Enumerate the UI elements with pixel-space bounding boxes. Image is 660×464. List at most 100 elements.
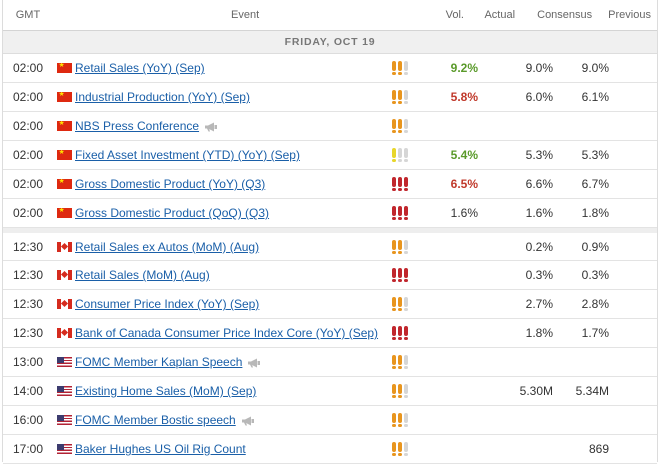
flag-canton-icon — [56, 444, 64, 450]
volatility-indicator — [392, 413, 408, 427]
event-link[interactable]: Bank of Canada Consumer Price Index Core… — [75, 326, 378, 340]
event-link[interactable]: Baker Hughes US Oil Rig Count — [75, 442, 246, 456]
exclamation-icon — [392, 297, 396, 311]
exclamation-icon — [404, 61, 408, 75]
exclamation-icon — [392, 239, 396, 254]
canada-flag-icon — [56, 328, 72, 338]
exclamation-icon — [404, 148, 408, 162]
exclamation-icon — [404, 297, 408, 311]
event-link[interactable]: Gross Domestic Product (QoQ) (Q3) — [75, 206, 269, 220]
actual-value: 5.4% — [450, 148, 478, 162]
previous-value: 1.7% — [581, 326, 609, 340]
exclamation-icon — [398, 413, 402, 427]
megaphone-icon — [241, 415, 255, 426]
exclamation-icon — [404, 177, 408, 191]
event-row: 12:30 Bank of Canada Consumer Price Index… — [3, 319, 657, 348]
event-row: 02:00 ★ Industrial Production (YoY) (Sep) 5… — [3, 83, 657, 112]
previous-value: 6.1% — [581, 90, 609, 104]
canada-flag-icon — [56, 299, 72, 309]
usa-flag-icon — [56, 444, 72, 454]
event-cell: Industrial Production (YoY) (Sep) — [75, 90, 388, 104]
event-link[interactable]: Retail Sales ex Autos (MoM) (Aug) — [75, 240, 259, 254]
china-flag-icon: ★ — [56, 150, 72, 160]
event-link[interactable]: Industrial Production (YoY) (Sep) — [75, 90, 250, 104]
event-row: 02:00 ★ Fixed Asset Investment (YTD) (YoY)… — [3, 141, 657, 170]
volatility-indicator — [392, 384, 408, 398]
volatility-cell — [388, 413, 423, 427]
exclamation-icon — [392, 268, 396, 282]
previous-value: 0.9% — [581, 239, 609, 254]
usa-flag-icon — [56, 357, 72, 367]
header-actual: Actual — [484, 9, 516, 21]
flag-star-icon: ★ — [58, 179, 65, 185]
flag-canton-icon — [56, 357, 64, 363]
china-flag-icon: ★ — [56, 121, 72, 131]
event-time: 14:00 — [12, 384, 44, 398]
exclamation-icon — [398, 148, 402, 162]
volatility-cell — [388, 61, 423, 75]
event-row: 17:00 Baker Hughes US Oil Rig Count 869 — [3, 435, 657, 464]
event-link[interactable]: Gross Domestic Product (YoY) (Q3) — [75, 177, 265, 191]
event-row: 16:00 FOMC Member Bostic speech — [3, 406, 657, 435]
actual-value: 5.8% — [450, 90, 478, 104]
event-link[interactable]: Existing Home Sales (MoM) (Sep) — [75, 384, 256, 398]
exclamation-icon — [404, 90, 408, 104]
exclamation-icon — [398, 61, 402, 75]
event-cell: Fixed Asset Investment (YTD) (YoY) (Sep) — [75, 148, 388, 162]
volatility-cell — [388, 268, 423, 282]
event-time: 02:00 — [12, 90, 44, 104]
maple-leaf-icon — [60, 328, 68, 337]
previous-value: 869 — [588, 442, 609, 456]
maple-leaf-icon — [60, 270, 68, 279]
megaphone-icon — [247, 357, 261, 368]
flag-star-icon: ★ — [58, 150, 65, 156]
event-link[interactable]: FOMC Member Bostic speech — [75, 413, 236, 427]
canada-flag-icon — [56, 241, 72, 252]
event-link[interactable]: FOMC Member Kaplan Speech — [75, 355, 242, 369]
exclamation-icon — [392, 119, 396, 133]
canada-flag-icon — [56, 270, 72, 280]
exclamation-icon — [404, 355, 408, 369]
exclamation-icon — [398, 442, 402, 456]
flag-star-icon: ★ — [58, 121, 65, 127]
flag-cell: ★ — [53, 179, 75, 189]
previous-value: 0.3% — [581, 268, 609, 282]
volatility-indicator — [392, 442, 408, 456]
flag-star-icon: ★ — [58, 92, 65, 98]
event-link[interactable]: Fixed Asset Investment (YTD) (YoY) (Sep) — [75, 148, 300, 162]
event-link[interactable]: Consumer Price Index (YoY) (Sep) — [75, 297, 259, 311]
exclamation-icon — [404, 442, 408, 456]
event-time: 16:00 — [12, 413, 44, 427]
china-flag-icon: ★ — [56, 92, 72, 102]
china-flag-icon: ★ — [56, 208, 72, 218]
exclamation-icon — [392, 148, 396, 162]
flag-star-icon: ★ — [58, 63, 65, 69]
exclamation-icon — [398, 326, 402, 340]
flag-canton-icon — [56, 386, 64, 392]
flag-cell — [53, 444, 75, 454]
previous-value: 6.7% — [581, 177, 609, 191]
event-time: 02:00 — [12, 177, 44, 191]
exclamation-icon — [398, 206, 402, 220]
volatility-indicator — [392, 177, 408, 191]
volatility-cell — [388, 297, 423, 311]
flag-star-icon: ★ — [58, 208, 65, 214]
consensus-value: 6.6% — [525, 177, 553, 191]
event-cell: FOMC Member Bostic speech — [75, 413, 388, 427]
volatility-cell — [388, 119, 423, 133]
consensus-value: 6.0% — [525, 90, 553, 104]
event-cell: Gross Domestic Product (QoQ) (Q3) — [75, 206, 388, 220]
event-cell: Retail Sales (MoM) (Aug) — [75, 268, 388, 282]
consensus-value: 0.3% — [525, 268, 553, 282]
volatility-indicator — [392, 206, 408, 220]
event-link[interactable]: NBS Press Conference — [75, 119, 199, 133]
event-link[interactable]: Retail Sales (YoY) (Sep) — [75, 61, 205, 75]
event-row: 02:00 ★ Gross Domestic Product (YoY) (Q3) 6… — [3, 170, 657, 199]
flag-cell — [53, 357, 75, 367]
exclamation-icon — [392, 177, 396, 191]
exclamation-icon — [404, 384, 408, 398]
flag-cell: ★ — [53, 92, 75, 102]
flag-cell — [53, 270, 75, 280]
event-row: 12:30 Retail Sales ex Autos (MoM) (Aug) 0.… — [3, 228, 657, 261]
event-link[interactable]: Retail Sales (MoM) (Aug) — [75, 268, 210, 282]
